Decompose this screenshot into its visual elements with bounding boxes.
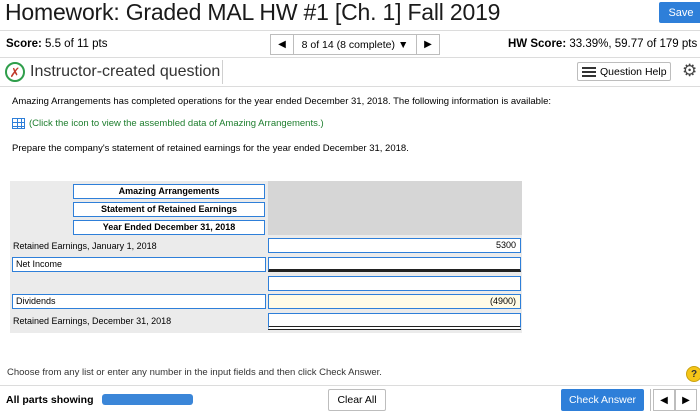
- problem-intro: Amazing Arrangements has completed opera…: [12, 96, 551, 107]
- amount-input[interactable]: 5300: [268, 238, 521, 253]
- page-header: Homework: Graded MAL HW #1 [Ch. 1] Fall …: [0, 0, 700, 28]
- amount-input[interactable]: [268, 276, 521, 291]
- help-icon[interactable]: ?: [686, 366, 700, 382]
- footer: All parts showing Clear All Check Answer…: [0, 385, 700, 416]
- score-label: Score:: [6, 38, 42, 50]
- hw-score-label: HW Score:: [508, 38, 567, 50]
- table-row: Dividends (4900): [10, 294, 522, 311]
- question-type: ✗ Instructor-created question: [3, 60, 223, 84]
- data-link[interactable]: (Click the icon to view the assembled da…: [12, 118, 324, 129]
- table-row: Net Income: [10, 257, 522, 274]
- question-help-button[interactable]: Question Help: [577, 62, 671, 81]
- question-help-label: Question Help: [600, 65, 667, 78]
- progress-bar: [102, 394, 193, 405]
- label-select[interactable]: Net Income: [12, 257, 266, 272]
- table-row: Retained Earnings, January 1, 2018 5300: [10, 238, 522, 255]
- next-part-button[interactable]: ▶: [675, 389, 697, 411]
- table-row: [10, 276, 522, 293]
- amount-input[interactable]: [268, 257, 521, 272]
- question-type-label: Instructor-created question: [30, 63, 221, 80]
- statement-title: Statement of Retained Earnings: [73, 202, 265, 217]
- amount-input[interactable]: (4900): [268, 294, 521, 309]
- question-select-label: 8 of 14 (8 complete): [301, 38, 395, 51]
- triangle-right-icon: ▶: [424, 39, 432, 50]
- list-icon: [582, 66, 596, 77]
- question-nav: ◀ 8 of 14 (8 complete) ▼ ▶: [270, 34, 440, 55]
- table-icon[interactable]: [12, 118, 25, 129]
- clear-all-button[interactable]: Clear All: [328, 389, 386, 411]
- data-link-text: (Click the icon to view the assembled da…: [29, 118, 324, 129]
- problem-instruction: Prepare the company's statement of retai…: [12, 143, 409, 154]
- table-row: Retained Earnings, December 31, 2018: [10, 313, 522, 330]
- next-question-button[interactable]: ▶: [416, 34, 440, 55]
- footer-nav: ◀ ▶: [650, 389, 697, 411]
- worksheet: Amazing Arrangements Statement of Retain…: [10, 181, 522, 333]
- statement-period: Year Ended December 31, 2018: [73, 220, 265, 235]
- row-label: Retained Earnings, January 1, 2018: [13, 241, 157, 251]
- question-select[interactable]: 8 of 14 (8 complete) ▼: [294, 34, 416, 55]
- triangle-left-icon: ◀: [660, 394, 668, 406]
- worksheet-header-fill: [268, 181, 522, 235]
- prev-part-button[interactable]: ◀: [653, 389, 675, 411]
- label-select[interactable]: Dividends: [12, 294, 266, 309]
- bottom-instructions: Choose from any list or enter any number…: [7, 367, 382, 378]
- prev-question-button[interactable]: ◀: [270, 34, 294, 55]
- score-value: 5.5 of 11 pts: [45, 38, 108, 50]
- all-parts-label: All parts showing: [6, 394, 94, 406]
- homework-title: Homework: Graded MAL HW #1 [Ch. 1] Fall …: [5, 0, 501, 25]
- score: Score: 5.5 of 11 pts: [6, 38, 107, 50]
- triangle-down-icon: ▼: [397, 38, 409, 51]
- company-name: Amazing Arrangements: [73, 184, 265, 199]
- row-label: Retained Earnings, December 31, 2018: [13, 316, 172, 326]
- triangle-left-icon: ◀: [278, 39, 286, 50]
- divider: [0, 86, 700, 87]
- question-bar: ✗ Instructor-created question Question H…: [0, 58, 700, 86]
- hw-score: HW Score: 33.39%, 59.77 of 179 pts: [508, 38, 697, 50]
- gear-icon[interactable]: ⚙: [682, 61, 697, 81]
- save-button[interactable]: Save: [659, 2, 700, 23]
- score-bar: Score: 5.5 of 11 pts ◀ 8 of 14 (8 comple…: [0, 30, 700, 58]
- hw-score-value: 33.39%, 59.77 of 179 pts: [569, 38, 698, 50]
- amount-input[interactable]: [268, 313, 521, 330]
- triangle-right-icon: ▶: [682, 394, 690, 406]
- x-icon: ✗: [5, 62, 25, 82]
- check-answer-button[interactable]: Check Answer: [561, 389, 644, 411]
